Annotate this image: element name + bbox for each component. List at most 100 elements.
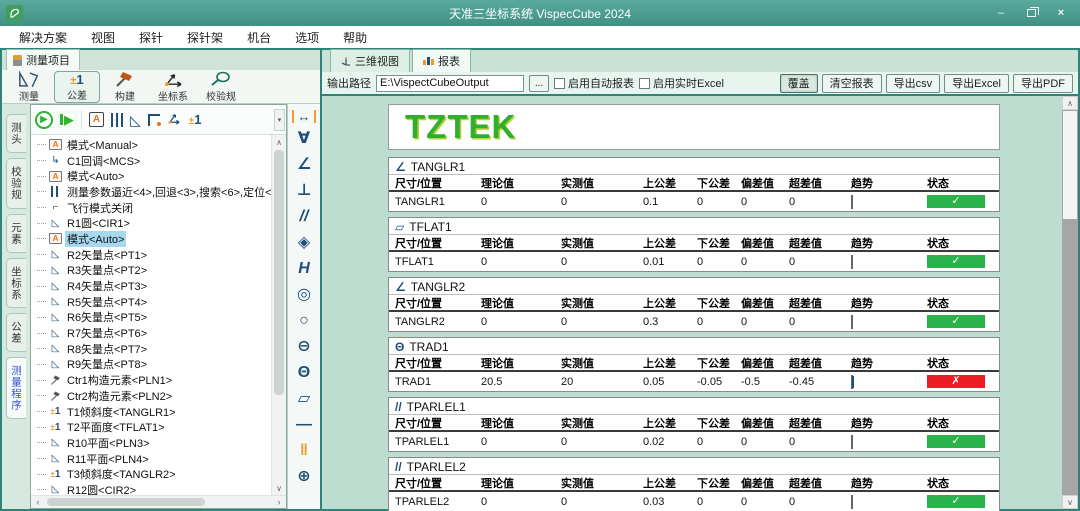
menu-item[interactable]: 探针 [128,27,174,48]
tree-item[interactable]: ◺R5矢量点<PT4> [37,294,271,310]
scrollbar-thumb[interactable] [47,498,205,506]
minimize-button[interactable]: – [988,4,1014,22]
tree-item[interactable]: A模式<Auto> [37,168,271,184]
ribbon-button-gauge[interactable]: 校验规 [198,71,244,103]
ribbon-button-coords[interactable]: 坐标系 [150,71,196,103]
realtime-excel-option[interactable]: 启用实时Excel [639,75,724,91]
side-tab[interactable]: 测量程序 [6,357,26,419]
tree-item[interactable]: ±1T3倾斜度<TANGLR2> [37,466,271,482]
tree-item[interactable]: ⌐飞行模式关闭 [37,200,271,216]
tree-horizontal-scrollbar[interactable]: ‹ › [31,495,286,508]
toolbar-button[interactable]: 导出Excel [944,74,1009,93]
diameter-icon[interactable]: ⊖ [292,336,316,357]
tree-item[interactable]: ◺R8矢量点<PT7> [37,341,271,357]
tab-report[interactable]: 报表 [412,49,471,72]
radius-icon[interactable]: Θ [292,362,316,383]
tree-item[interactable]: ±1T1倾斜度<TANGLR1> [37,404,271,420]
tree-item[interactable]: ±1T2平面度<TFLAT1> [37,419,271,435]
ribbon-button-construct[interactable]: 构建 [102,71,148,103]
ribbon-button-measure[interactable]: 测量 [6,71,52,103]
scroll-up-button[interactable]: ∧ [1062,96,1078,110]
column-header: 状态 [927,175,993,191]
toolbar-button[interactable]: 覆盖 [780,74,818,93]
scroll-down-button[interactable]: ∨ [1062,495,1078,509]
column-header: 上公差 [643,295,697,311]
side-tab[interactable]: 公差 [6,313,26,352]
menu-item[interactable]: 机台 [236,27,282,48]
step-run-button[interactable]: ▶ [60,114,74,125]
tree-item[interactable]: A模式<Auto> [37,231,271,247]
ribbon-button-tolerance[interactable]: ±1公差 [54,71,100,103]
tree-item[interactable]: ↳C1回调<MCS> [37,153,271,169]
side-tab[interactable]: 校验规 [6,158,26,209]
side-tab[interactable]: 测头 [6,114,26,153]
side-tab[interactable]: 坐标系 [6,258,26,309]
tree-vertical-scrollbar[interactable]: ∧ ∨ [271,135,286,495]
tree-item[interactable]: 测量参数逼近<4>,回退<3>,搜索<6>,定位<2... [37,184,271,200]
tree-item[interactable]: Ctr1构造元素<PLN1> [37,372,271,388]
parallelism-icon[interactable]: // [292,206,316,227]
circularity-icon[interactable]: ○ [292,310,316,331]
toolbar-button[interactable]: 导出PDF [1013,74,1073,93]
tree-item[interactable]: ◺R1圆<CIR1> [37,215,271,231]
scroll-left-button[interactable]: ‹ [31,497,45,507]
menu-item[interactable]: 探针架 [176,27,234,48]
auto-mode-icon[interactable]: A [89,112,104,127]
tree-item[interactable]: ◺R2矢量点<PT1> [37,247,271,263]
scrollbar-thumb[interactable] [274,150,284,395]
restore-button[interactable] [1018,4,1044,22]
tree-item[interactable]: ◺R12圆<CIR2> [37,482,271,495]
side-tab[interactable]: 元素 [6,214,26,253]
auto-report-option[interactable]: 启用自动报表 [554,75,634,91]
browse-button[interactable]: ... [529,75,549,92]
position-icon[interactable]: ◈ [292,232,316,253]
tab-view3d[interactable]: 三维视图 [330,49,410,72]
straightness-icon[interactable]: — [292,414,316,435]
tree-item[interactable]: ◺R9矢量点<PT8> [37,357,271,373]
tab-measure-project[interactable]: 测量项目 [6,49,80,70]
symmetry-slant-icon[interactable]: H [292,258,316,279]
realtime-excel-checkbox[interactable] [639,78,650,89]
menu-item[interactable]: 解决方案 [8,27,78,48]
tree-item[interactable]: ◺R4矢量点<PT3> [37,278,271,294]
column-header: 实测值 [561,175,643,191]
tree-item[interactable]: ◺R11平面<PLN4> [37,451,271,467]
perpendicularity-icon[interactable]: ⊥ [292,180,316,201]
tree-item[interactable]: ◺R10平面<PLN3> [37,435,271,451]
tolerance-tool-icon[interactable]: ±1 [189,112,202,127]
parameters-icon[interactable] [111,113,123,127]
coordinate-tool-icon[interactable] [167,112,182,127]
tree-item[interactable]: ◺R7矢量点<PT6> [37,325,271,341]
realtime-excel-label: 启用实时Excel [653,78,724,90]
menu-item[interactable]: 视图 [80,27,126,48]
scroll-right-button[interactable]: › [272,497,286,507]
tree-item[interactable]: Ctr2构造元素<PLN2> [37,388,271,404]
tree-item[interactable]: ◺R6矢量点<PT5> [37,310,271,326]
report-vertical-scrollbar[interactable]: ∧ ∨ [1062,96,1078,509]
close-button[interactable]: × [1048,4,1074,22]
scroll-up-button[interactable]: ∧ [272,135,286,149]
output-path-input[interactable] [376,75,524,92]
toolbar-button[interactable]: 清空报表 [822,74,882,93]
tree-item[interactable]: A模式<Manual> [37,137,271,153]
concentricity-icon[interactable]: ◎ [292,284,316,305]
profile-icon[interactable]: ∀ [292,128,316,149]
run-program-button[interactable]: ▶ [35,111,53,129]
measure-tool-icon[interactable]: ◺ [130,113,141,127]
angularity-icon[interactable]: ∠ [292,154,316,175]
scroll-down-button[interactable]: ∨ [272,481,286,495]
symmetry-icon[interactable]: ‖ [292,440,316,461]
restore-icon [1027,9,1036,17]
project-icon [13,55,22,66]
auto-report-checkbox[interactable] [554,78,565,89]
menu-item[interactable]: 选项 [284,27,330,48]
toolbar-overflow-button[interactable]: ▾ [274,109,285,131]
true-position-icon[interactable]: ⊕ [292,466,316,487]
menu-item[interactable]: 帮助 [332,27,378,48]
scrollbar-thumb[interactable] [1063,111,1077,219]
distance-icon[interactable]: ↔ [292,110,316,123]
corner-probe-icon[interactable] [148,114,160,126]
tree-item[interactable]: ◺R3矢量点<PT2> [37,263,271,279]
flatness-icon[interactable]: ▱ [292,388,316,409]
toolbar-button[interactable]: 导出csv [886,74,941,93]
